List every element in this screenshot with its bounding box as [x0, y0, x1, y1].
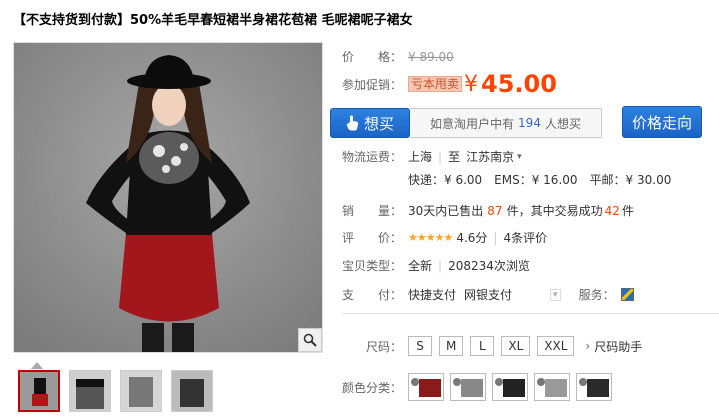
color-swatch-3[interactable] — [492, 373, 528, 401]
product-main-image[interactable] — [13, 42, 323, 353]
sales-label: 销 量： — [342, 204, 403, 218]
payment-method-quick: 快捷支付 — [408, 288, 457, 302]
size-label: 尺码： — [366, 339, 403, 354]
star-rating-icon: ★★★★★ — [408, 231, 453, 244]
shipping-from: 上海 — [408, 150, 433, 164]
size-option-l[interactable]: L — [470, 336, 495, 356]
sales-sold: 87 — [487, 203, 503, 218]
price-trend-button[interactable]: 价格走向 — [622, 106, 702, 138]
want-count-box: 如意淘用户中有 194 人想买 — [410, 108, 602, 138]
thumbnail-image — [172, 371, 212, 411]
color-swatch-1[interactable] — [408, 373, 444, 401]
item-views: 208234次浏览 — [448, 259, 530, 273]
service-icon[interactable] — [620, 288, 634, 301]
shipping-fees-row: 快递：¥ 6.00 EMS：¥ 16.00 平邮：¥ 30.00 — [408, 171, 671, 188]
item-type-row: 宝贝类型： 全新 | 208234次浏览 — [342, 257, 530, 274]
sales-mid: 件，其中交易成功 — [506, 204, 603, 218]
item-type-label: 宝贝类型： — [342, 259, 403, 273]
size-row: 尺码： S M L XL XXL › 尺码助手 — [366, 336, 642, 356]
sales-suffix: 件 — [621, 204, 634, 218]
sales-prefix: 30天内已售出 — [408, 204, 484, 218]
price-label: 价 格： — [342, 50, 403, 64]
service-label: 服务： — [578, 288, 615, 302]
thumbnail-image — [70, 371, 110, 411]
size-option-xxl[interactable]: XXL — [537, 336, 575, 356]
rating-label: 评 价： — [342, 231, 403, 245]
separator: | — [438, 149, 443, 164]
want-button[interactable]: 想买 — [330, 108, 410, 138]
sales-row: 销 量： 30天内已售出 87 件，其中交易成功 42 件 — [342, 202, 634, 219]
chevron-down-icon[interactable]: ▾ — [550, 288, 561, 301]
separator: | — [493, 230, 498, 245]
promo-tag[interactable]: 亏本甩卖 — [408, 76, 463, 92]
fee-express: 快递：¥ 6.00 — [408, 173, 483, 187]
color-swatch-4[interactable] — [534, 373, 570, 401]
rating-score: 4.6分 — [456, 231, 488, 245]
color-row: 颜色分类： — [342, 373, 618, 401]
color-swatch-2[interactable] — [450, 373, 486, 401]
want-count: 194 — [518, 116, 541, 130]
sales-success: 42 — [604, 203, 620, 218]
shipping-row: 物流运费： 上海 | 至 江苏南京 ▾ — [342, 148, 522, 165]
size-helper-link[interactable]: 尺码助手 — [594, 338, 642, 355]
payment-label: 支 付： — [342, 288, 403, 302]
want-prefix: 如意淘用户中有 — [430, 116, 515, 131]
payment-row: 支 付： 快捷支付 网银支付 ▾ 服务： — [342, 286, 634, 303]
thumbnail-1[interactable] — [18, 370, 60, 412]
chevron-down-icon[interactable]: ▾ — [517, 152, 522, 162]
price-row: 价 格： ¥ 89.00 — [342, 48, 454, 65]
rating-row: 评 价： ★★★★★ 4.6分 | 4条评价 — [342, 229, 547, 246]
product-title: 【不支持货到付款】50%羊毛早春短裙半身裙花苞裙 毛呢裙呢子裙女 — [13, 13, 413, 28]
zoom-button[interactable] — [298, 328, 322, 352]
size-option-m[interactable]: M — [439, 336, 464, 356]
item-condition: 全新 — [408, 259, 433, 273]
want-suffix: 人想买 — [544, 116, 581, 131]
want-button-label: 想买 — [363, 114, 394, 133]
thumbnail-4[interactable] — [171, 370, 213, 412]
size-option-xl[interactable]: XL — [501, 336, 531, 356]
thumbnail-image — [121, 371, 161, 411]
magnifier-icon — [303, 333, 317, 347]
chevron-right-icon: › — [585, 339, 591, 353]
color-swatch-5[interactable] — [576, 373, 612, 401]
promo-row: 参加促销： 亏本甩卖 ¥ 45.00 — [342, 70, 557, 98]
thumbnail-3[interactable] — [120, 370, 162, 412]
fee-ems: EMS：¥ 16.00 — [494, 173, 578, 187]
divider — [342, 313, 719, 314]
shipping-label: 物流运费： — [342, 150, 403, 164]
shipping-to-prefix: 至 — [448, 150, 461, 164]
size-option-s[interactable]: S — [408, 336, 432, 356]
promo-currency: ¥ — [464, 71, 479, 97]
shipping-destination[interactable]: 江苏南京 — [466, 148, 514, 165]
promo-price: 45.00 — [481, 70, 557, 98]
fee-post: 平邮：¥ 30.00 — [589, 173, 672, 187]
thumbnail-2[interactable] — [69, 370, 111, 412]
payment-method-bank: 网银支付 — [464, 288, 513, 302]
product-photo — [14, 43, 322, 352]
original-price: ¥ 89.00 — [408, 49, 454, 64]
hand-icon — [346, 115, 359, 131]
color-label: 颜色分类： — [342, 380, 403, 395]
promo-label: 参加促销： — [342, 77, 403, 92]
separator: | — [438, 258, 443, 273]
review-count-link[interactable]: 4条评价 — [503, 229, 547, 246]
thumbnail-image — [20, 372, 58, 410]
thumbnail-pointer — [31, 362, 43, 369]
